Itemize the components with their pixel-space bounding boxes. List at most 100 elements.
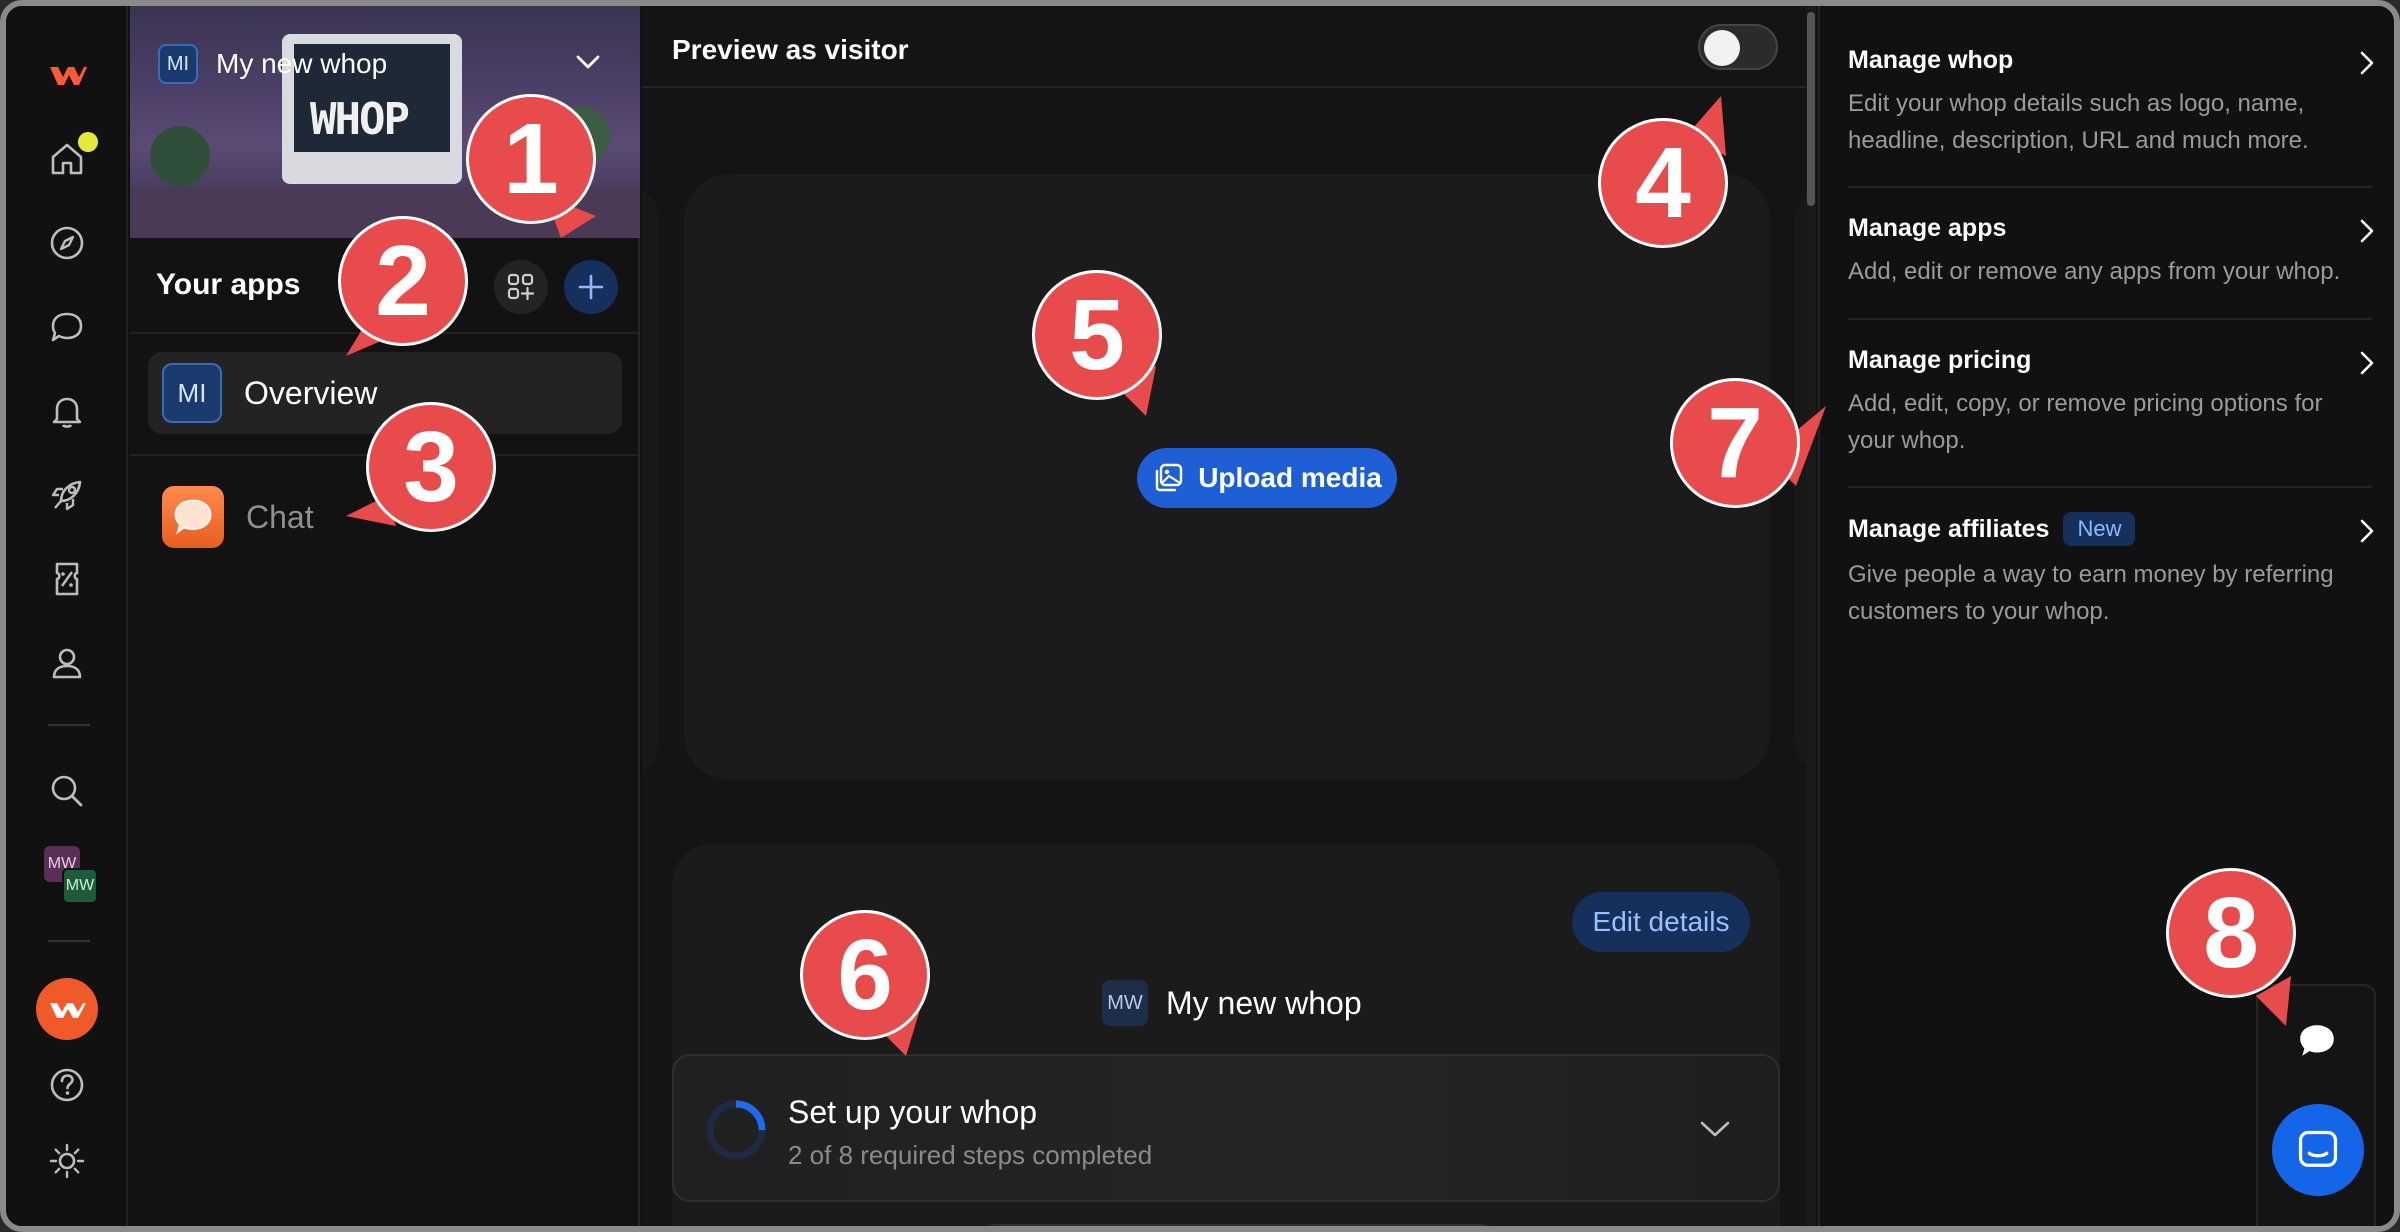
manage-item-title-text: Manage apps	[1848, 214, 2007, 242]
details-whop-heading: MW My new whop	[1102, 980, 1362, 1026]
image-upload-icon	[1156, 463, 1183, 492]
manage-item-title: Manage pricing	[1848, 346, 2372, 375]
chevron-right-icon	[2360, 351, 2374, 375]
manage-panel: Manage whop Edit your whop details such …	[1818, 6, 2394, 1226]
callout-number: 8	[2203, 877, 2259, 989]
setup-title: Set up your whop	[788, 1094, 1038, 1130]
app-window: MW MW WHOP MI My new whop Your apps MI O…	[0, 0, 2400, 1232]
preview-toggle[interactable]	[1698, 24, 1778, 70]
support-widget	[2256, 984, 2376, 1226]
discount-ticket-icon[interactable]	[44, 556, 90, 602]
notification-dot	[78, 132, 98, 152]
callout-number: 7	[1707, 387, 1763, 499]
app-grid-add-icon	[507, 273, 535, 301]
manage-item-desc: Give people a way to earn money by refer…	[1848, 561, 2334, 625]
manage-item-desc: Add, edit, copy, or remove pricing optio…	[1848, 390, 2323, 454]
help-icon[interactable]	[44, 1062, 90, 1108]
app-store-button[interactable]	[494, 260, 548, 314]
whop-details-card: Edit details MW My new whop Set up your …	[672, 844, 1780, 1226]
callout-1: 1	[466, 94, 596, 224]
overview-badge: MI	[162, 363, 222, 423]
banner-plant	[150, 126, 210, 186]
manage-item-desc: Edit your whop details such as logo, nam…	[1848, 90, 2309, 154]
callout-2: 2	[338, 216, 468, 346]
chat-app-icon	[162, 486, 224, 548]
divider	[1848, 318, 2372, 320]
user-icon[interactable]	[44, 640, 90, 686]
messenger-icon	[2298, 1130, 2338, 1167]
divider	[1848, 486, 2372, 488]
upload-media-button[interactable]: Upload media	[1137, 448, 1397, 508]
callout-number: 4	[1635, 127, 1691, 239]
chevron-down-icon[interactable]	[574, 52, 602, 72]
app-item-label: Overview	[244, 374, 378, 411]
manage-item-title-text: Manage pricing	[1848, 346, 2032, 374]
manage-item-title-text: Manage affiliates	[1848, 514, 2050, 543]
upload-media-label: Upload media	[1198, 462, 1382, 493]
toggle-knob	[1704, 30, 1740, 66]
preview-label: Preview as visitor	[672, 34, 909, 65]
avatar-mw-bottom: MW	[62, 868, 98, 904]
callout-5: 5	[1032, 270, 1162, 400]
plus-icon	[578, 274, 604, 300]
whop-orange-avatar[interactable]	[36, 978, 98, 1040]
setup-checklist[interactable]: Set up your whop 2 of 8 required steps c…	[672, 1054, 1780, 1202]
media-card: Upload media	[684, 174, 1770, 780]
help-chat-launcher[interactable]	[2272, 1104, 2364, 1196]
search-icon[interactable]	[44, 768, 90, 814]
whop-logo-icon	[50, 1003, 86, 1018]
callout-4: 4	[1598, 118, 1728, 248]
preview-bar: Preview as visitor	[642, 6, 1814, 88]
compass-icon[interactable]	[44, 220, 90, 266]
whop-logo-icon[interactable]	[44, 52, 90, 98]
callout-number: 5	[1069, 279, 1125, 391]
banner-screen-text: WHOP	[310, 94, 410, 145]
callout-3: 3	[366, 402, 496, 532]
manage-whop-item[interactable]: Manage whop Edit your whop details such …	[1848, 46, 2374, 159]
callout-number: 1	[503, 103, 559, 215]
manage-item-title-text: Manage whop	[1848, 46, 2014, 74]
apps-header: Your apps	[156, 268, 301, 301]
rail-divider	[48, 724, 90, 726]
whop-badge: MI	[158, 44, 198, 84]
app-item-label: Chat	[246, 498, 314, 535]
divider	[1848, 186, 2372, 188]
chevron-right-icon	[2360, 51, 2374, 75]
manage-item-desc: Add, edit or remove any apps from your w…	[1848, 258, 2341, 285]
setup-progress-ring	[706, 1100, 766, 1160]
rocket-icon[interactable]	[44, 472, 90, 518]
manage-item-title: Manage affiliates New	[1848, 512, 2372, 546]
chevron-down-icon[interactable]	[1698, 1118, 1732, 1140]
whop-selector[interactable]: MI My new whop	[158, 42, 387, 86]
new-badge: New	[2063, 512, 2136, 546]
chat-bubble-icon[interactable]	[44, 304, 90, 350]
theme-toggle-icon[interactable]	[44, 1138, 90, 1184]
manage-item-title: Manage apps	[1848, 214, 2372, 243]
add-app-button[interactable]	[564, 260, 618, 314]
callout-8: 8	[2166, 868, 2296, 998]
edit-details-button[interactable]: Edit details	[1572, 892, 1750, 952]
callout-6: 6	[800, 910, 930, 1040]
feedback-button[interactable]	[2292, 1016, 2342, 1066]
callout-number: 3	[403, 411, 459, 523]
chevron-right-icon	[2360, 219, 2374, 243]
whop-name: My new whop	[216, 48, 388, 79]
bell-icon[interactable]	[44, 388, 90, 434]
rail-divider	[48, 940, 90, 942]
manage-apps-item[interactable]: Manage apps Add, edit or remove any apps…	[1848, 214, 2374, 290]
avatar-mw[interactable]: MW MW	[44, 846, 100, 904]
chevron-right-icon	[2360, 519, 2374, 543]
home-icon[interactable]	[44, 132, 98, 182]
callout-7: 7	[1670, 378, 1800, 508]
main-rail: MW MW	[6, 6, 128, 1226]
manage-pricing-item[interactable]: Manage pricing Add, edit, copy, or remov…	[1848, 346, 2374, 459]
chat-bubble-icon	[2300, 1025, 2334, 1056]
details-whop-name: My new whop	[1166, 984, 1362, 1021]
whop-badge: MW	[1102, 980, 1148, 1026]
partial-button[interactable]	[968, 1224, 1508, 1226]
main-scrollbar[interactable]	[1806, 6, 1816, 1226]
carousel-prev-card	[642, 191, 658, 771]
callout-number: 2	[375, 225, 431, 337]
scrollbar-thumb[interactable]	[1807, 12, 1815, 206]
manage-affiliates-item[interactable]: Manage affiliates New Give people a way …	[1848, 512, 2374, 630]
